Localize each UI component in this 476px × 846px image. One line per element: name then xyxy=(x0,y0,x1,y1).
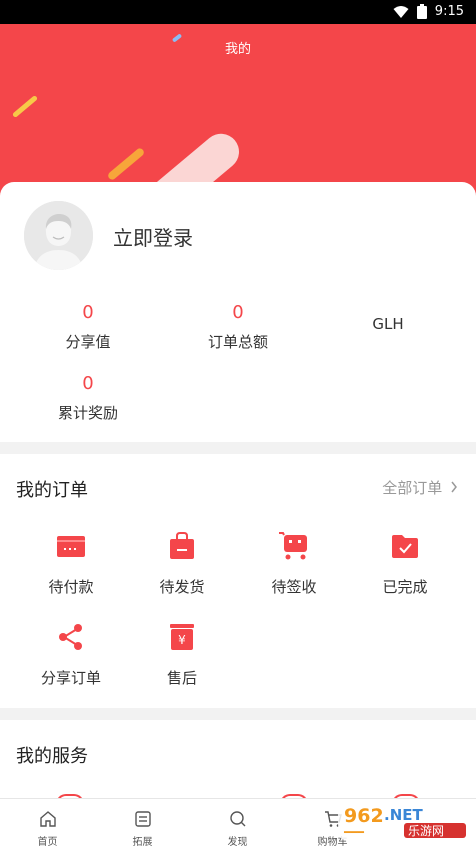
site-watermark: 962 .NET ━━━ 乐游网 xyxy=(334,798,472,844)
status-bar: 9:15 xyxy=(0,0,476,24)
stat-label: GLH xyxy=(372,315,404,333)
stat-value: 0 xyxy=(82,302,94,323)
svg-text:━━━: ━━━ xyxy=(343,826,364,839)
order-label: 待发货 xyxy=(159,578,205,596)
stat-value: 0 xyxy=(82,373,94,394)
default-avatar-icon xyxy=(24,201,93,270)
status-icons: 9:15 xyxy=(393,4,464,19)
login-link[interactable]: 立即登录 xyxy=(113,222,193,251)
tab-home[interactable]: 首页 xyxy=(0,799,95,846)
search-icon xyxy=(229,811,245,827)
watermark-logo: 962 .NET ━━━ 乐游网 xyxy=(338,804,468,840)
order-completed[interactable]: 已完成 xyxy=(355,530,455,597)
tab-label: 发现 xyxy=(227,837,248,846)
all-orders-label: 全部订单 xyxy=(382,479,443,497)
battery-icon xyxy=(416,4,427,19)
stat-label: 分享值 xyxy=(65,333,111,351)
stat-label: 订单总额 xyxy=(207,333,268,351)
order-label: 售后 xyxy=(166,669,197,687)
order-pending-receipt[interactable]: 待签收 xyxy=(244,530,344,597)
svg-text:.NET: .NET xyxy=(384,806,423,824)
tab-discover[interactable]: 发现 xyxy=(190,799,285,846)
tab-expand[interactable]: 拓展 xyxy=(95,799,190,846)
card-icon xyxy=(57,536,85,557)
order-after-sales[interactable]: ¥ 售后 xyxy=(132,621,232,688)
stat-cumulative-reward[interactable]: 0 累计奖励 xyxy=(18,373,158,423)
cart-icon xyxy=(279,532,307,560)
svg-text:乐游网: 乐游网 xyxy=(408,824,444,838)
order-label: 待付款 xyxy=(48,578,94,596)
orders-section: 我的订单 全部订单 待付款 待发货 待签收 已完成 分享订单 ¥ 售后 xyxy=(0,454,476,708)
home-icon xyxy=(39,811,56,827)
stat-value: 0 xyxy=(232,302,244,323)
chevron-right-icon xyxy=(451,481,457,493)
bag-icon xyxy=(170,532,194,559)
order-pending-payment[interactable]: 待付款 xyxy=(21,530,121,597)
profile-card: 立即登录 0 分享值 0 订单总额 GLH 0 累计奖励 xyxy=(0,182,476,442)
tab-label: 拓展 xyxy=(132,837,153,846)
page-title: 我的 xyxy=(224,42,251,57)
order-share[interactable]: 分享订单 xyxy=(21,621,121,688)
stat-order-total[interactable]: 0 订单总额 xyxy=(168,302,308,352)
services-title: 我的服务 xyxy=(16,746,88,767)
services-section: 我的服务 xyxy=(0,720,476,804)
tab-label: 首页 xyxy=(37,837,58,846)
order-label: 待签收 xyxy=(271,578,317,596)
list-icon xyxy=(134,811,151,827)
order-label: 已完成 xyxy=(382,578,428,596)
stat-label: 累计奖励 xyxy=(57,404,118,422)
order-pending-shipment[interactable]: 待发货 xyxy=(132,530,232,597)
avatar[interactable] xyxy=(24,201,93,270)
yen-box-icon: ¥ xyxy=(170,624,194,650)
svg-text:¥: ¥ xyxy=(178,633,186,647)
folder-check-icon xyxy=(392,535,418,558)
stat-share-value[interactable]: 0 分享值 xyxy=(18,302,158,352)
order-label: 分享订单 xyxy=(40,669,101,687)
status-time: 9:15 xyxy=(434,4,464,19)
wifi-icon xyxy=(393,5,409,18)
orders-title: 我的订单 xyxy=(16,480,88,501)
stat-glh[interactable]: GLH xyxy=(318,315,458,333)
decor-stripe xyxy=(11,94,39,119)
all-orders-link[interactable]: 全部订单 xyxy=(382,477,458,498)
share-icon xyxy=(59,624,82,650)
svg-text:962: 962 xyxy=(344,805,384,827)
decor-stripe xyxy=(106,146,146,182)
